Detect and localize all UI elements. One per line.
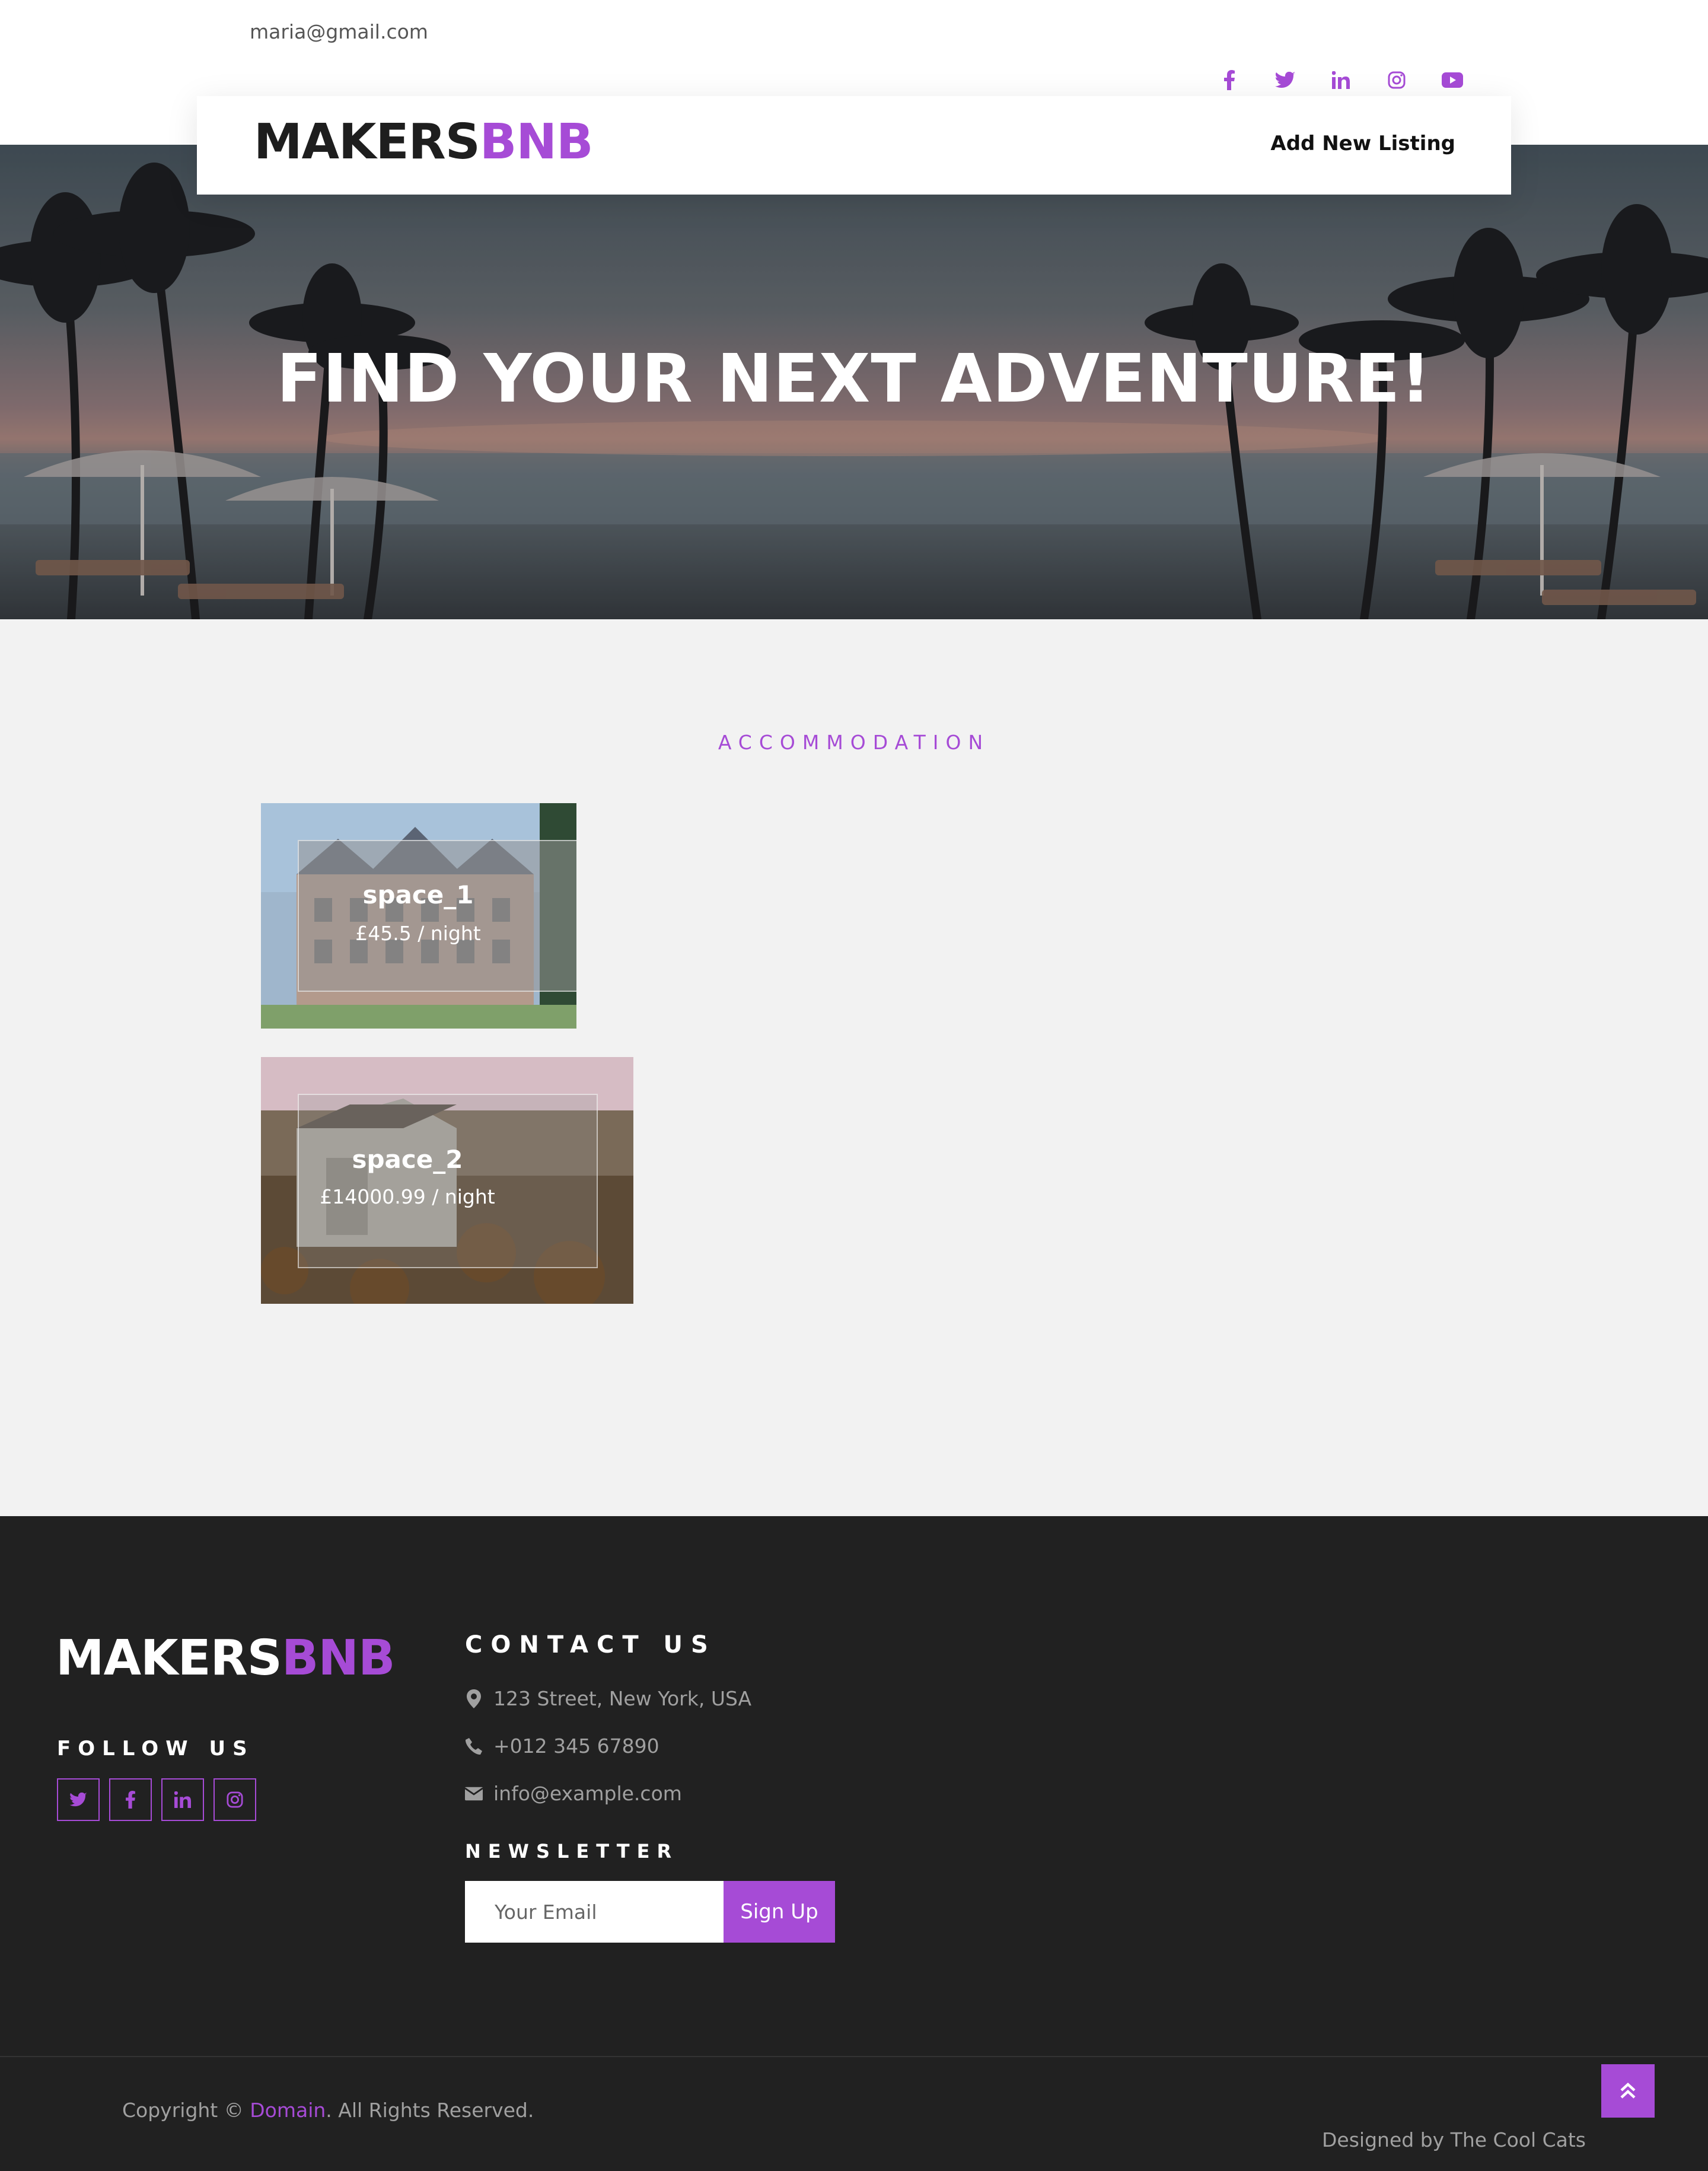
newsletter-email-input[interactable]: [465, 1881, 724, 1943]
contact-address: 123 Street, New York, USA: [465, 1687, 751, 1710]
map-marker-icon: [465, 1689, 483, 1709]
facebook-icon[interactable]: [109, 1778, 152, 1821]
accommodation-heading: ACCOMMODATION: [718, 731, 990, 754]
back-to-top-button[interactable]: [1601, 2064, 1655, 2118]
follow-us-heading: FOLLOW US: [57, 1737, 254, 1761]
linkedin-icon[interactable]: [161, 1778, 204, 1821]
header-social-links: [1216, 66, 1466, 94]
domain-link[interactable]: Domain: [250, 2099, 326, 2122]
footer: MAKERSBNB FOLLOW US CONTACT US 123 Stree…: [0, 1516, 1708, 2171]
double-chevron-up-icon: [1620, 2082, 1636, 2099]
newsletter-form: Sign Up: [465, 1881, 835, 1943]
designed-by-text: Designed by The Cool Cats: [1322, 2128, 1586, 2151]
listing-name: space_2: [352, 1145, 463, 1174]
instagram-icon[interactable]: [214, 1778, 256, 1821]
envelope-icon: [465, 1784, 483, 1804]
footer-divider: [0, 2056, 1708, 2057]
listing-overlay: [298, 840, 576, 992]
footer-social-links: [57, 1778, 256, 1821]
phone-icon: [465, 1736, 483, 1756]
listing-name: space_1: [362, 880, 474, 909]
listing-overlay: [298, 1094, 598, 1268]
copyright-suffix: . All Rights Reserved.: [326, 2099, 534, 2122]
brand-logo[interactable]: MAKERSBNB: [254, 114, 594, 170]
brand-text-makers: MAKERS: [254, 114, 480, 170]
instagram-icon[interactable]: [1383, 66, 1410, 94]
footer-brand-text-makers: MAKERS: [56, 1630, 282, 1686]
contact-us-heading: CONTACT US: [465, 1631, 716, 1659]
contact-email-text: info@example.com: [493, 1782, 682, 1805]
facebook-icon[interactable]: [1216, 66, 1243, 94]
newsletter-heading: NEWSLETTER: [465, 1840, 679, 1863]
contact-email: info@example.com: [465, 1782, 682, 1805]
hero-title: FIND YOUR NEXT ADVENTURE!: [276, 340, 1432, 418]
twitter-icon[interactable]: [57, 1778, 100, 1821]
hero-banner: FIND YOUR NEXT ADVENTURE!: [0, 145, 1708, 619]
listing-price: £45.5 / night: [355, 922, 481, 945]
user-email: maria@gmail.com: [250, 20, 428, 43]
add-new-listing-link[interactable]: Add New Listing: [1270, 132, 1455, 155]
contact-phone-text: +012 345 67890: [493, 1734, 659, 1758]
listing-card-space-2[interactable]: space_2 £14000.99 / night: [261, 1057, 633, 1304]
copyright-prefix: Copyright ©: [122, 2099, 250, 2122]
linkedin-icon[interactable]: [1327, 66, 1355, 94]
listing-card-space-1[interactable]: space_1 £45.5 / night: [261, 803, 576, 1029]
footer-brand-text-bnb: BNB: [281, 1630, 396, 1686]
contact-address-text: 123 Street, New York, USA: [493, 1687, 752, 1710]
twitter-icon[interactable]: [1272, 66, 1299, 94]
contact-phone: +012 345 67890: [465, 1734, 659, 1758]
copyright-text: Copyright © Domain. All Rights Reserved.: [122, 2099, 534, 2122]
brand-text-bnb: BNB: [479, 114, 594, 170]
youtube-icon[interactable]: [1439, 66, 1466, 94]
navbar: MAKERSBNB Add New Listing: [197, 96, 1511, 195]
sign-up-button[interactable]: Sign Up: [724, 1881, 835, 1943]
listing-price: £14000.99 / night: [320, 1185, 495, 1208]
footer-brand-logo[interactable]: MAKERSBNB: [56, 1630, 396, 1686]
